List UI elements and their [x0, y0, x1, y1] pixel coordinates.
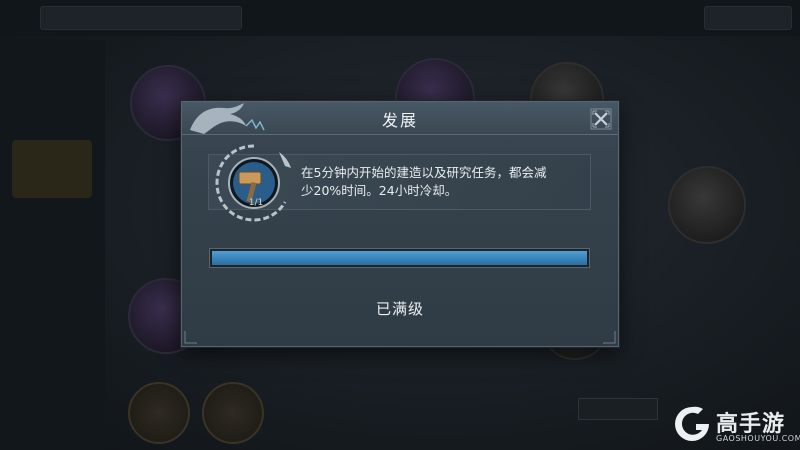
background-tab-active: [12, 140, 92, 198]
skill-description-line: 少20%时间。24小时冷却。: [301, 183, 458, 198]
skill-description: 在5分钟内开始的建造以及研究任务，都会减 少20%时间。24小时冷却。: [301, 164, 591, 200]
progress-bar-fill: [212, 251, 587, 265]
background-search-field: [578, 398, 658, 420]
corner-ornament-icon: [184, 331, 197, 344]
max-level-label: 已满级: [375, 300, 424, 318]
skill-hammer-icon: [215, 144, 291, 222]
background-tab: [12, 220, 92, 278]
background-bottom-button: [128, 382, 190, 444]
background-bottom-button: [202, 382, 264, 444]
skill-level-text: 1/1: [248, 198, 264, 208]
skill-description-line: 在5分钟内开始的建造以及研究任务，都会减: [301, 165, 547, 180]
brand-logo-icon: [675, 406, 709, 441]
background-search-bar: [40, 6, 242, 30]
corner-ornament-icon: [603, 331, 616, 344]
background-left-panel: [0, 40, 105, 450]
watermark-url: GAOSHOUYOU.COM: [716, 434, 800, 443]
background-tech-node: [668, 166, 746, 244]
development-dialog: 发展 1/1 在5分钟内开始的建造以及研究任务，都会减 少20%时间。24小时冷…: [181, 101, 619, 347]
background-top-right-control: [704, 6, 792, 30]
progress-bar: [209, 248, 590, 268]
dialog-title: 发展: [381, 111, 418, 130]
watermark: 高手游 GAOSHOUYOU.COM: [672, 404, 800, 448]
close-icon[interactable]: [590, 108, 612, 130]
dialog-header: 发展: [182, 102, 618, 135]
background-tab: [12, 60, 92, 118]
background-top-bar: [0, 0, 800, 36]
